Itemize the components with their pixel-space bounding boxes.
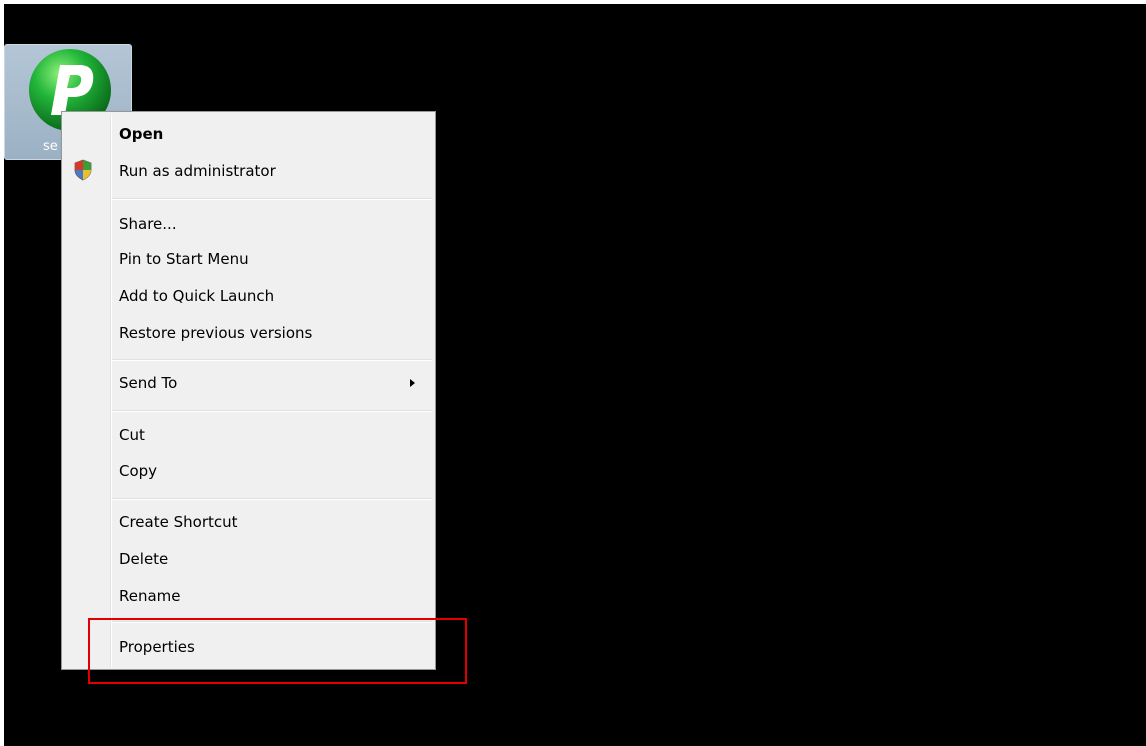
menu-item-send-to[interactable]: Send To — [119, 369, 177, 397]
menu-item-rename[interactable]: Rename — [119, 582, 181, 610]
menu-item-run-as-administrator[interactable]: Run as administrator — [119, 157, 276, 185]
menu-item-restore-previous-versions[interactable]: Restore previous versions — [119, 319, 312, 347]
menu-separator — [112, 198, 432, 200]
highlight-annotation-box — [88, 618, 467, 684]
menu-item-delete[interactable]: Delete — [119, 545, 168, 573]
menu-item-create-shortcut[interactable]: Create Shortcut — [119, 508, 238, 536]
submenu-arrow-icon — [410, 379, 415, 387]
menu-separator — [112, 498, 432, 500]
menu-item-copy[interactable]: Copy — [119, 457, 157, 485]
uac-shield-icon — [74, 159, 92, 181]
desktop-shortcut-label: se — [43, 139, 58, 154]
menu-separator — [112, 410, 432, 412]
menu-item-cut[interactable]: Cut — [119, 421, 145, 449]
menu-gutter — [110, 114, 112, 667]
menu-item-share[interactable]: Share... — [119, 210, 177, 238]
menu-separator — [112, 359, 432, 361]
menu-item-pin-to-start-menu[interactable]: Pin to Start Menu — [119, 245, 249, 273]
menu-item-open[interactable]: Open — [119, 120, 163, 148]
context-menu: Open Run as administrator Share... Pin t… — [61, 111, 436, 670]
menu-item-add-to-quick-launch[interactable]: Add to Quick Launch — [119, 282, 274, 310]
